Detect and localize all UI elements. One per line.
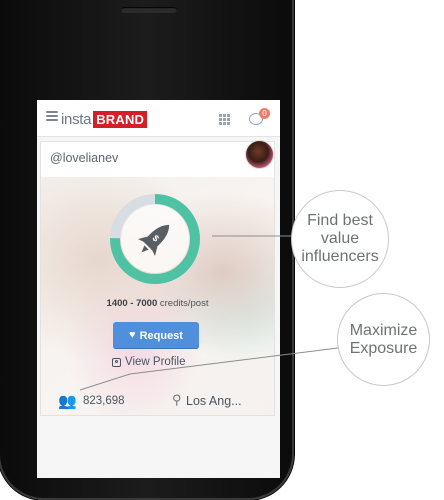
callout-line: Find best	[307, 212, 373, 230]
avatar[interactable]	[245, 140, 274, 169]
app-logo[interactable]: insta BRAND	[61, 109, 148, 129]
callout-line: value	[320, 230, 360, 248]
request-button[interactable]: ♥ Request	[113, 322, 199, 349]
influencer-card: @lovelianev $ 1400 - 7000 credits/post ♥…	[40, 140, 275, 416]
notification-badge: 0	[259, 108, 270, 119]
credits-range: 1400 - 7000	[106, 298, 158, 309]
callout-line: Maximize	[349, 321, 418, 339]
request-label: Request	[139, 329, 183, 342]
hamburger-menu-icon[interactable]	[46, 111, 58, 121]
location-pin-icon: ⚲	[172, 392, 182, 407]
card-header: @lovelianev	[41, 140, 274, 176]
influencer-photo: $ 1400 - 7000 credits/post ♥ Request Vie…	[41, 177, 274, 415]
view-profile-label: View Profile	[125, 356, 186, 368]
logo-prefix: insta	[61, 110, 92, 128]
callout-line: Exposure	[349, 339, 418, 357]
credits-ring: $	[110, 194, 200, 284]
logo-brand: BRAND	[93, 110, 148, 128]
callout-maximize-exposure: Maximize Exposure	[337, 293, 430, 386]
influencer-username[interactable]: @lovelianev	[50, 151, 118, 165]
follower-count: 823,698	[83, 395, 125, 407]
earpiece-speaker	[121, 7, 177, 13]
view-profile-link[interactable]: View Profile	[112, 355, 186, 369]
followers-icon: 👥	[58, 393, 77, 410]
instagram-icon	[112, 357, 121, 367]
credits-unit: credits/post	[159, 298, 209, 309]
callout-line: influencers	[301, 247, 379, 265]
influencer-location: Los Ang...	[186, 394, 242, 408]
grid-icon[interactable]	[219, 114, 230, 125]
influencer-stats: 👥 823,698 ⚲ Los Ang...	[41, 390, 274, 412]
app-header: insta BRAND 0	[37, 100, 280, 137]
heart-icon: ♥	[129, 329, 136, 341]
callout-find-best-value: Find best value influencers	[291, 190, 389, 288]
phone-screen: insta BRAND 0 @lovelianev $ 1400 - 7000 …	[37, 100, 280, 478]
credits-per-post: 1400 - 7000 credits/post	[41, 298, 274, 309]
